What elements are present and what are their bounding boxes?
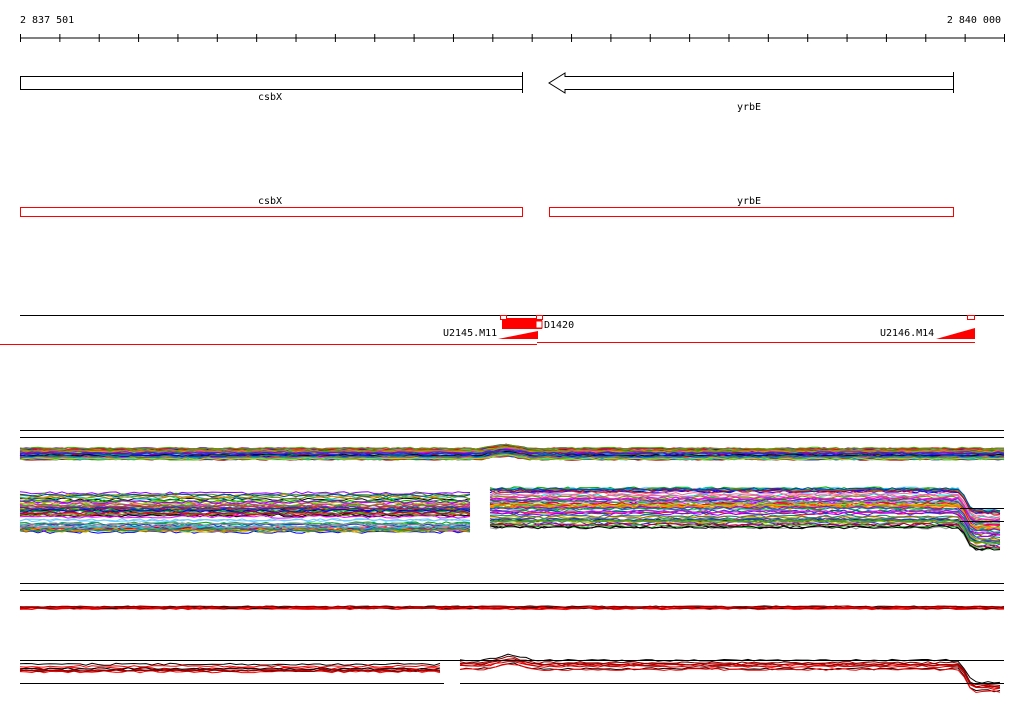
gene-track: csbX yrbE: [20, 72, 954, 113]
feature-d1420-marker: [535, 320, 543, 329]
cds-csbX-label: csbX: [258, 196, 282, 207]
feature-u2146-ramp[interactable]: [936, 328, 975, 339]
feature-u2146-label: U2146.M14: [880, 328, 934, 339]
feature-u2145-label: U2145.M11: [443, 328, 497, 339]
expression-track-redblack: [19, 583, 1005, 694]
expression-series-line: [19, 664, 441, 668]
cds-track: csbX yrbE: [20, 196, 954, 217]
expression-band-upper: [19, 443, 1005, 462]
expression-series-line: [489, 525, 1001, 551]
coordinate-ruler: 2 837 501 2 840 000: [20, 15, 1005, 42]
gene-yrbE-label: yrbE: [737, 102, 761, 113]
gene-csbX-label: csbX: [258, 92, 282, 103]
gene-yrbE-arrow[interactable]: [548, 72, 954, 94]
expression-band-lower: [19, 486, 1001, 552]
redblack-band-upper: [19, 605, 1005, 611]
expression-track-multicolor: [19, 430, 1005, 552]
feature-d1420-cap-left: [500, 315, 507, 320]
expression-series-line: [489, 525, 1001, 552]
feature-d1420-cap-right: [536, 315, 543, 320]
cds-yrbE-label: yrbE: [737, 196, 761, 207]
ruler-start-label: 2 837 501: [20, 15, 74, 26]
gene-csbX-arrow[interactable]: [20, 76, 523, 90]
feature-u2145-ramp[interactable]: [498, 331, 538, 339]
ruler-end-label: 2 840 000: [947, 15, 1001, 26]
feature-u2146-cap: [967, 315, 975, 320]
feature-track: D1420 U2145.M11 U2146.M14: [0, 315, 1004, 345]
expression-series-line: [19, 662, 441, 666]
genome-browser-view: 2 837 501 2 840 000 csbX yrbE csbX yrbE …: [0, 15, 1005, 694]
cds-yrbE-box[interactable]: [549, 207, 954, 217]
redblack-band-lower: [19, 653, 1001, 694]
feature-d1420-label: D1420: [544, 320, 574, 331]
cds-csbX-box[interactable]: [20, 207, 523, 217]
